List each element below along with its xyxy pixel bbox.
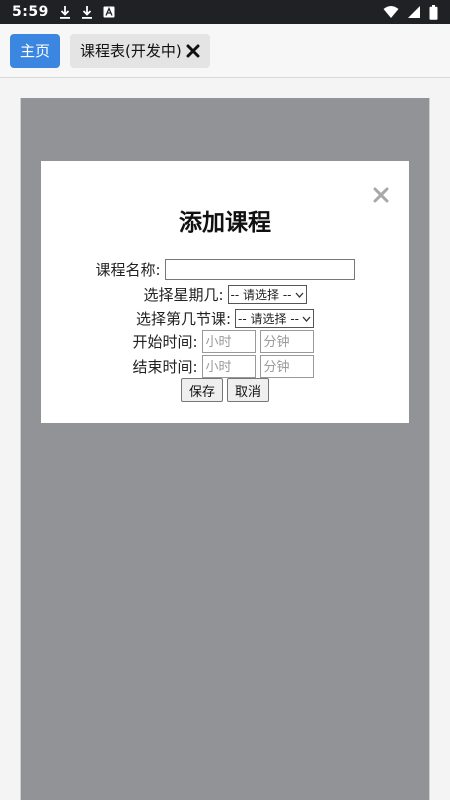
status-time: 5:59: [12, 4, 49, 20]
wifi-icon: [383, 6, 399, 18]
tab-schedule-label: 课程表(开发中): [80, 42, 182, 60]
close-icon[interactable]: [371, 185, 391, 205]
period-row: 选择第几节课: -- 请选择 --: [41, 308, 409, 329]
start-minute-input[interactable]: [259, 330, 314, 353]
course-name-row: 课程名称:: [41, 259, 409, 280]
start-time-label: 开始时间:: [132, 333, 198, 351]
app-notification-icon: [103, 6, 115, 18]
weekday-row: 选择星期几: -- 请选择 --: [41, 284, 409, 305]
chevron-down-icon: [295, 292, 303, 298]
weekday-selected-value: -- 请选择 --: [230, 288, 292, 302]
course-name-label: 课程名称:: [95, 261, 161, 279]
tab-bar: 主页 课程表(开发中): [0, 24, 450, 78]
status-bar: 5:59: [0, 0, 450, 24]
download-icon: [59, 6, 70, 19]
period-selected-value: -- 请选择 --: [238, 312, 299, 326]
cancel-button[interactable]: 取消: [227, 378, 270, 402]
course-name-input[interactable]: [164, 259, 355, 280]
tab-home[interactable]: 主页: [10, 33, 61, 68]
dialog-actions: 保存 取消: [41, 378, 409, 402]
end-time-row: 结束时间:: [41, 355, 409, 378]
start-time-row: 开始时间:: [41, 330, 409, 353]
period-select[interactable]: -- 请选择 --: [235, 309, 314, 328]
download-icon: [81, 6, 92, 19]
period-label: 选择第几节课:: [135, 310, 232, 328]
end-hour-input[interactable]: [201, 355, 256, 378]
battery-icon: [429, 4, 438, 20]
weekday-label: 选择星期几:: [143, 286, 224, 304]
end-minute-input[interactable]: [259, 355, 314, 378]
status-bar-right: [383, 4, 438, 20]
close-icon[interactable]: [186, 44, 200, 58]
chevron-down-icon: [302, 316, 311, 322]
add-course-dialog: 添加课程 课程名称: 选择星期几: -- 请选择 -- 选择第几节课: -- 请…: [41, 161, 409, 423]
end-time-label: 结束时间:: [132, 358, 198, 376]
signal-icon: [408, 6, 420, 18]
status-bar-left: 5:59: [12, 4, 115, 20]
start-hour-input[interactable]: [201, 330, 256, 353]
tab-schedule[interactable]: 课程表(开发中): [70, 33, 210, 68]
weekday-select[interactable]: -- 请选择 --: [227, 285, 307, 304]
save-button[interactable]: 保存: [180, 378, 223, 402]
dialog-title: 添加课程: [179, 210, 271, 236]
